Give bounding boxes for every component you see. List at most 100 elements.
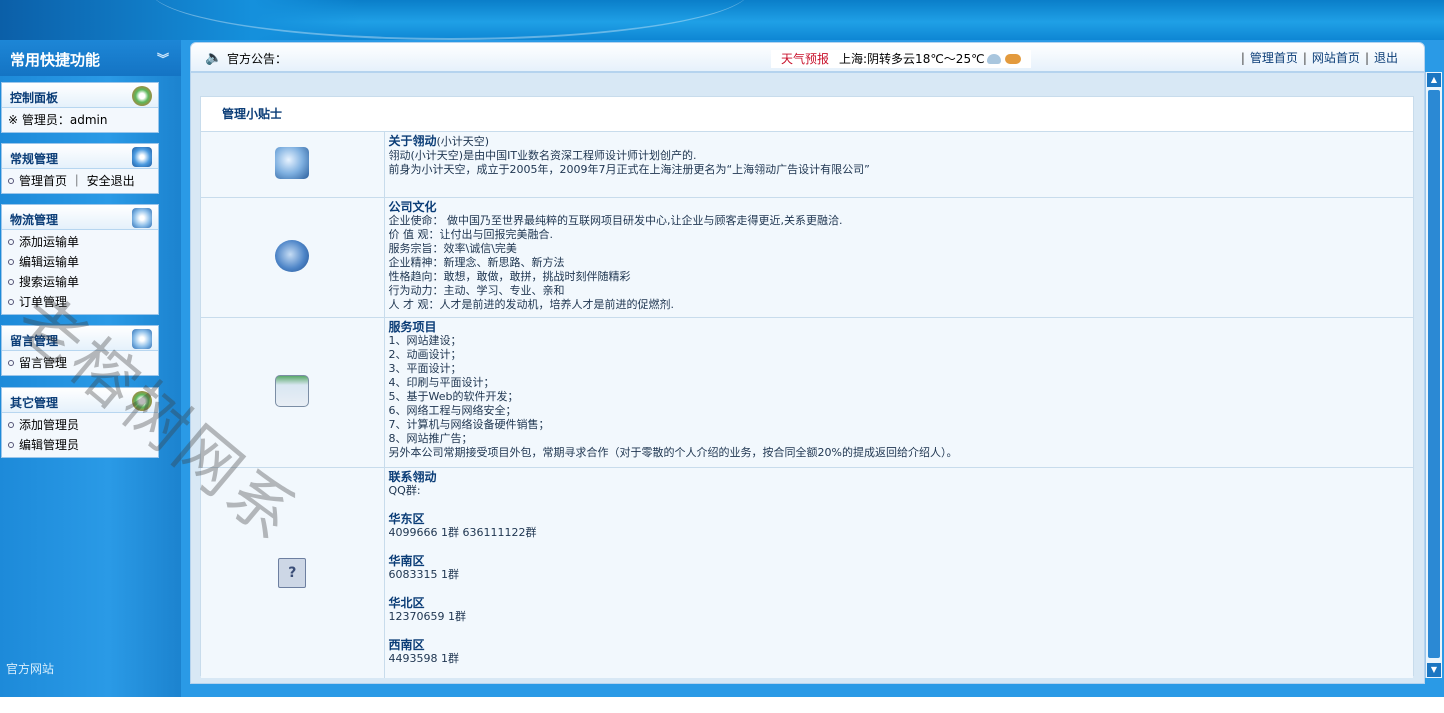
user-icon <box>132 147 152 167</box>
sidebar-item-edit-admin[interactable]: 编辑管理员 <box>8 435 158 455</box>
sidebar-item-label[interactable]: 编辑管理员 <box>19 438 79 452</box>
sidebar-item-edit-shipment[interactable]: 编辑运输单 <box>8 252 158 272</box>
bullet-icon <box>8 239 14 245</box>
bullet-icon <box>8 422 14 428</box>
panel-title: 控制面板 <box>2 83 158 108</box>
cloud-icon <box>986 54 1001 64</box>
table-row: 公司文化 企业使命： 做中国乃至世界最纯粹的互联网项目研发中心,让企业与顾客走得… <box>201 197 1413 318</box>
icon-cell <box>201 317 385 468</box>
section-title: 服务项目 <box>388 320 437 334</box>
sidebar-item-home-logout[interactable]: 管理首页 ｜ 安全退出 <box>8 171 158 191</box>
group-name: 华北区 <box>388 596 425 610</box>
sun-cloud-icon <box>1004 54 1021 64</box>
group-value: 12370659 1群 <box>388 610 466 623</box>
panel-logistics: 物流管理 添加运输单 编辑运输单 搜索运输单 订单管理 <box>1 204 159 315</box>
scrollbar[interactable]: ▲ ▼ <box>1425 72 1442 678</box>
panel-title-text: 控制面板 <box>10 91 59 105</box>
sidebar-item-label[interactable]: 管理首页 ｜ 安全退出 <box>19 174 135 188</box>
section-line: 另外本公司常期接受项目外包，常期寻求合作（对于零散的个人介绍的业务，按合同全额2… <box>388 446 958 459</box>
admin-label: ※ 管理员：admin <box>8 113 108 127</box>
text-cell: 联系翎动 QQ群: 华东区 4099666 1群 636111122群 华南区 … <box>384 467 1413 678</box>
settings-icon <box>132 391 152 411</box>
top-bar: 🔈 官方公告： 天气预报 上海:阴转多云18℃～25℃ | 管理首页 | 网站首页 | 退出 <box>190 42 1425 72</box>
sidebar-item-label[interactable]: 订单管理 <box>19 295 67 309</box>
message-icon <box>132 329 152 349</box>
top-banner <box>0 0 1444 40</box>
scroll-thumb[interactable] <box>1428 90 1440 658</box>
section-line: 2、动画设计； <box>388 348 462 361</box>
section-title: 公司文化 <box>388 200 437 214</box>
weather-label[interactable]: 天气预报 <box>781 52 829 66</box>
section-title: 联系翎动 <box>388 470 437 484</box>
section-line: 7、计算机与网络设备硬件销售； <box>388 418 550 431</box>
sidebar-item-label[interactable]: 添加运输单 <box>19 235 79 249</box>
section-line: 5、基于Web的软件开发； <box>388 390 519 403</box>
panel-title-text: 常规管理 <box>10 152 59 166</box>
tips-table: 关于翎动(小计天空) 翎动(小计天空)是由中国IT业数名资深工程师设计师计划创产… <box>201 131 1413 678</box>
section-line: 服务宗旨：效率\诚信\完美 <box>388 242 517 255</box>
group-name: 西南区 <box>388 638 425 652</box>
section-line: 企业使命： 做中国乃至世界最纯粹的互联网项目研发中心,让企业与顾客走得更近,关系… <box>388 214 843 227</box>
divider: | <box>1364 51 1369 65</box>
panel-title: 物流管理 <box>2 205 158 230</box>
sidebar-title: 常用快捷功能 <box>10 51 101 69</box>
sidebar-item-add-admin[interactable]: 添加管理员 <box>8 415 158 435</box>
weather-text: 上海:阴转多云18℃～25℃ <box>839 52 985 66</box>
section-line: 4、印刷与平面设计； <box>388 376 495 389</box>
section-line: 8、网站推广告； <box>388 432 473 445</box>
bullet-icon <box>8 442 14 448</box>
group-value: 4493598 1群 <box>388 652 460 665</box>
section-line: 3、平面设计； <box>388 362 462 375</box>
sidebar-item-label[interactable]: 搜索运输单 <box>19 275 79 289</box>
panel-title-text: 其它管理 <box>10 396 59 410</box>
table-row: 关于翎动(小计天空) 翎动(小计天空)是由中国IT业数名资深工程师设计师计划创产… <box>201 131 1413 198</box>
group-value: 6083315 1群 <box>388 568 460 581</box>
group-name: 华东区 <box>388 512 425 526</box>
site-home-link[interactable]: 网站首页 <box>1312 51 1360 65</box>
scroll-down-icon[interactable]: ▼ <box>1427 663 1441 677</box>
culture-icon <box>275 240 310 272</box>
bullet-icon <box>8 279 14 285</box>
logout-link[interactable]: 退出 <box>1374 51 1398 65</box>
notice-label: 官方公告： <box>227 52 288 66</box>
icon-cell: ? <box>201 467 385 678</box>
panel-title: 其它管理 <box>2 388 158 413</box>
panel-other: 其它管理 添加管理员 编辑管理员 <box>1 387 159 458</box>
text-cell: 关于翎动(小计天空) 翎动(小计天空)是由中国IT业数名资深工程师设计师计划创产… <box>384 131 1413 198</box>
chevron-down-icon[interactable]: ︾ <box>157 50 169 67</box>
speaker-icon: 🔈 <box>205 50 223 66</box>
sidebar-item-messages[interactable]: 留言管理 <box>8 353 158 373</box>
sidebar-item-label[interactable]: 编辑运输单 <box>19 255 79 269</box>
panel-title-text: 物流管理 <box>10 213 59 227</box>
official-site-link[interactable]: 官方网站 <box>6 660 54 677</box>
scroll-up-icon[interactable]: ▲ <box>1427 73 1441 87</box>
panel-title: 留言管理 <box>2 326 158 351</box>
panel-messages: 留言管理 留言管理 <box>1 325 159 376</box>
logistics-icon <box>132 208 152 228</box>
icon-cell <box>201 131 385 198</box>
service-icon <box>275 375 310 407</box>
sidebar-item-search-shipment[interactable]: 搜索运输单 <box>8 272 158 292</box>
sidebar-item-label[interactable]: 添加管理员 <box>19 418 79 432</box>
section-line: 行为动力：主动、学习、专业、亲和 <box>388 284 565 297</box>
sidebar-item-add-shipment[interactable]: 添加运输单 <box>8 232 158 252</box>
bullet-icon <box>8 178 14 184</box>
admin-home-link[interactable]: 管理首页 <box>1250 51 1298 65</box>
section-line: 价 值 观：让付出与回报完美融合. <box>388 228 554 241</box>
section-line: 企业精神：新理念、新思路、新方法 <box>388 256 565 269</box>
section-line: 翎动(小计天空)是由中国IT业数名资深工程师设计师计划创产的. <box>388 149 697 162</box>
sidebar-header[interactable]: 常用快捷功能 ︾ <box>0 40 181 76</box>
text-cell: 公司文化 企业使命： 做中国乃至世界最纯粹的互联网项目研发中心,让企业与顾客走得… <box>384 197 1413 318</box>
section-line: QQ群: <box>388 484 421 497</box>
bullet-icon <box>8 360 14 366</box>
section-line: 性格趋向：敢想，敢做，敢拼，挑战时刻伴随精彩 <box>388 270 631 283</box>
table-row: ? 联系翎动 QQ群: 华东区 4099666 1群 636111122群 华南… <box>201 467 1413 678</box>
sidebar-item-orders[interactable]: 订单管理 <box>8 292 158 312</box>
panel-control: 控制面板 ※ 管理员：admin <box>1 82 159 133</box>
section-line: 前身为小计天空，成立于2005年，2009年7月正式在上海注册更名为“上海翎动广… <box>388 163 870 176</box>
tips-card: 管理小贴士 关于翎动(小计天空) 翎动(小计天空)是由中国IT业数名资深工程师设… <box>200 96 1414 678</box>
about-icon <box>275 147 310 179</box>
sidebar-item-label[interactable]: 留言管理 <box>19 356 67 370</box>
divider: | <box>1240 51 1245 65</box>
panel-general: 常规管理 管理首页 ｜ 安全退出 <box>1 143 159 194</box>
